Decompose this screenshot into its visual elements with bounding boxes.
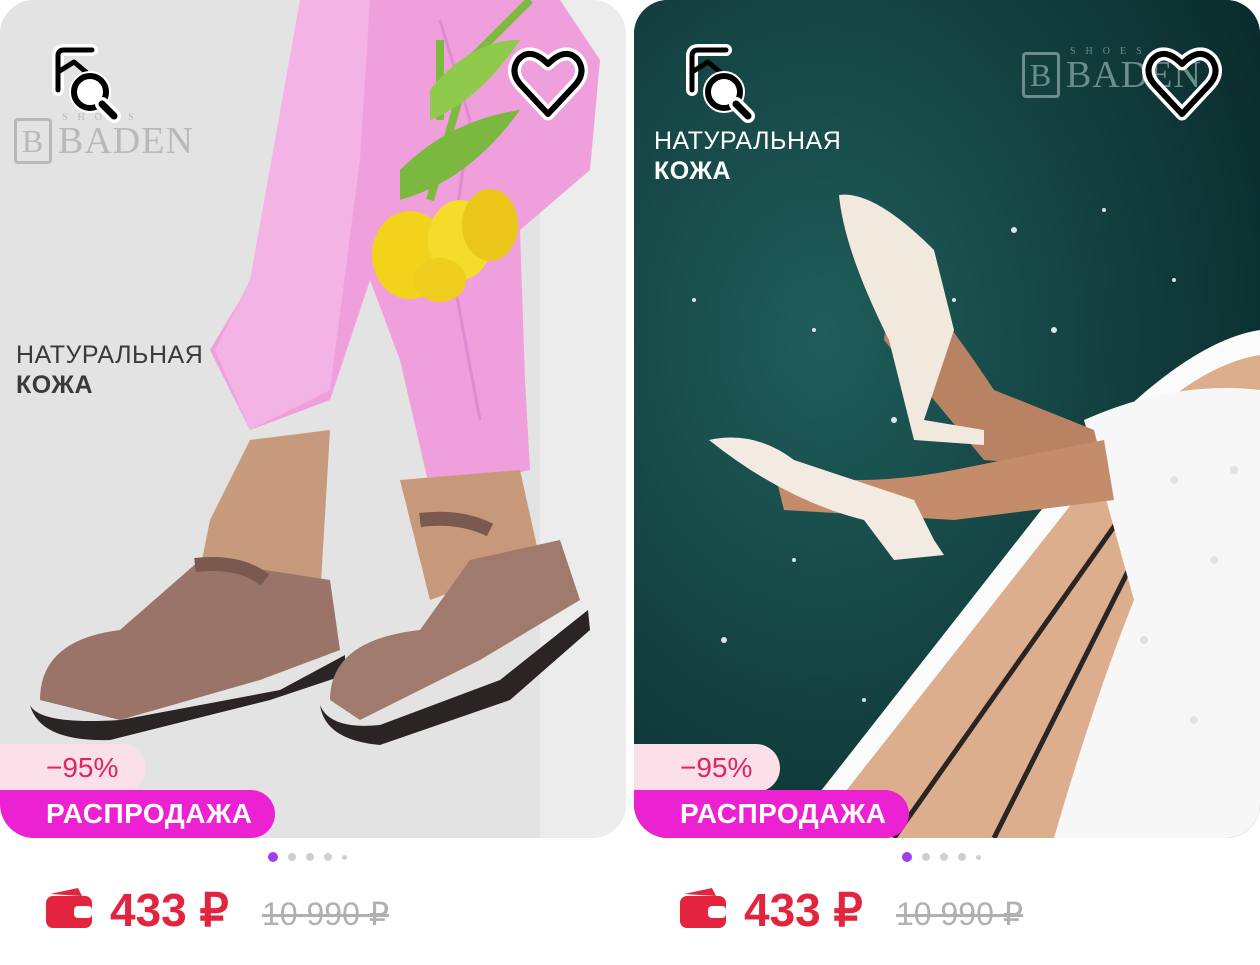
brand-monogram: B xyxy=(14,118,52,164)
pagination-dot[interactable] xyxy=(342,855,347,860)
discount-badge: −95% xyxy=(634,744,781,792)
material-claim: НАТУРАЛЬНАЯ КОЖА xyxy=(16,340,203,400)
wallet-icon xyxy=(680,888,726,928)
pagination-dot[interactable] xyxy=(288,853,296,861)
pagination-dot-active[interactable] xyxy=(268,852,278,862)
pagination-dot[interactable] xyxy=(306,853,314,861)
claim-line-1: НАТУРАЛЬНАЯ xyxy=(654,127,842,155)
material-claim: НАТУРАЛЬНАЯ КОЖА xyxy=(654,126,841,186)
brand-subtitle: SHOES xyxy=(1070,46,1152,57)
claim-line-2: КОЖА xyxy=(654,157,732,185)
pagination-dot-active[interactable] xyxy=(902,852,912,862)
claim-line-2: КОЖА xyxy=(16,371,94,399)
brand-name: BADEN xyxy=(58,120,194,162)
pagination-dot[interactable] xyxy=(976,855,981,860)
current-price: 433 ₽ xyxy=(744,884,863,936)
heart-outline-icon xyxy=(508,47,588,121)
image-search-icon xyxy=(686,44,755,123)
brand-logo: B BADEN SHOES xyxy=(14,112,194,164)
image-search-icon xyxy=(52,44,121,123)
heart-outline-icon xyxy=(1142,47,1222,121)
sale-badge: РАСПРОДАЖА xyxy=(634,790,909,838)
sale-badge: РАСПРОДАЖА xyxy=(0,790,275,838)
product-card[interactable]: B BADEN SHOES НАТУРАЛЬНАЯ КОЖА −95% РАСП… xyxy=(634,0,1260,965)
product-photo[interactable]: B BADEN SHOES НАТУРАЛЬНАЯ КОЖА −95% РАСП… xyxy=(634,0,1260,838)
current-price: 433 ₽ xyxy=(110,884,229,936)
brand-monogram: B xyxy=(1022,52,1060,98)
similar-search-button[interactable] xyxy=(44,44,124,124)
pagination-dot[interactable] xyxy=(958,853,966,861)
product-photo[interactable]: B BADEN SHOES НАТУРАЛЬНАЯ КОЖА −95% РАСП… xyxy=(0,0,626,838)
favorite-button[interactable] xyxy=(1142,44,1222,124)
product-card[interactable]: B BADEN SHOES НАТУРАЛЬНАЯ КОЖА −95% РАСП… xyxy=(0,0,626,965)
pagination-dot[interactable] xyxy=(324,853,332,861)
claim-line-1: НАТУРАЛЬНАЯ xyxy=(16,341,204,369)
pagination-dot[interactable] xyxy=(940,853,948,861)
discount-badge: −95% xyxy=(0,744,147,792)
wallet-icon xyxy=(46,888,92,928)
similar-search-button[interactable] xyxy=(678,44,758,124)
old-price: 10 990 ₽ xyxy=(262,896,390,932)
favorite-button[interactable] xyxy=(508,44,588,124)
pagination-dot[interactable] xyxy=(922,853,930,861)
old-price: 10 990 ₽ xyxy=(896,896,1024,932)
